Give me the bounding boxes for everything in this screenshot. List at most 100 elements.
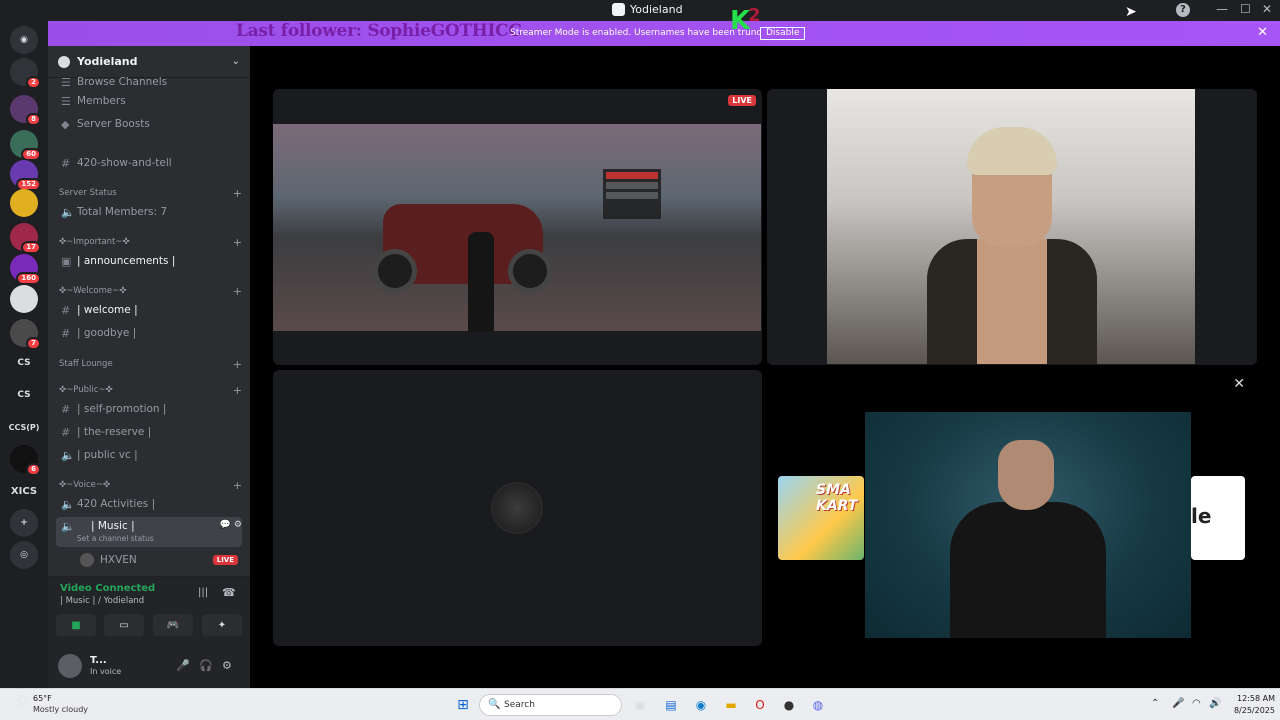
weather-temp[interactable]: 65°F (33, 694, 52, 703)
server-header[interactable]: Yodieland ⌄ (48, 46, 250, 78)
add-channel-icon[interactable]: + (233, 285, 242, 298)
server-icon[interactable] (10, 285, 38, 313)
voice-member-hxven[interactable]: HXVEN LIVE (56, 550, 242, 570)
add-channel-icon[interactable]: + (233, 236, 242, 249)
opera-icon[interactable]: O (751, 696, 769, 714)
disable-streamer-mode-button[interactable]: Disable (760, 27, 806, 40)
weather-desc[interactable]: Mostly cloudy (33, 705, 88, 714)
discord-home-icon[interactable]: ◉ (10, 26, 38, 54)
discover-icon[interactable]: ◎ (10, 541, 38, 569)
channel-420-show-and-tell[interactable]: #420-show-and-tell (56, 153, 242, 173)
obs-icon[interactable]: ● (780, 696, 798, 714)
channel-goodbye[interactable]: # | goodbye | (56, 323, 242, 343)
clock-time[interactable]: 12:58 AM (1227, 694, 1275, 703)
server-icon-xics[interactable]: XICS (10, 477, 38, 505)
channel-public-vc[interactable]: 🔈 | public vc | (56, 445, 242, 465)
category-label: ✜~Public~✜ (59, 385, 113, 395)
server-icon[interactable]: 6 (10, 445, 41, 476)
server-icon[interactable]: 60 (10, 130, 41, 161)
taskbar-search[interactable]: 🔍 Search (479, 694, 622, 716)
server-icon[interactable]: 2 (10, 58, 41, 89)
category-public[interactable]: ✜~Public~✜ + (56, 383, 242, 397)
members-item[interactable]: ☰ Members (56, 91, 242, 111)
server-icon[interactable]: 17 (10, 223, 41, 254)
channel-announcements[interactable]: ▣ | announcements | (56, 251, 242, 271)
soundboard-button[interactable]: ✦ (202, 614, 242, 636)
noise-suppression-icon[interactable]: ||| (198, 587, 208, 598)
speaker-icon: 🔈 (61, 497, 75, 511)
close-banner-icon[interactable]: ✕ (1257, 25, 1268, 40)
channel-total-members[interactable]: 🔈 Total Members: 7 (56, 202, 242, 222)
server-icon[interactable] (10, 189, 38, 217)
category-voice[interactable]: ✜~Voice~✜ + (56, 478, 242, 492)
add-server-icon[interactable]: + (10, 509, 38, 537)
edge-icon[interactable]: ◉ (692, 696, 710, 714)
server-icon-cs[interactable]: CS (10, 349, 38, 377)
game-hud-menu (603, 169, 661, 219)
category-important[interactable]: ✜~Important~✜ + (56, 235, 242, 249)
file-explorer-icon[interactable]: ▬ (722, 696, 740, 714)
add-channel-icon[interactable]: + (233, 187, 242, 200)
wifi-icon[interactable]: ◠ (1192, 698, 1201, 709)
browse-icon: ☰ (61, 76, 71, 88)
close-tile-icon[interactable]: ✕ (1233, 376, 1245, 392)
windows-start-icon[interactable]: ⊞ (454, 696, 472, 714)
browse-channels[interactable]: ☰ Browse Channels (56, 76, 242, 88)
server-icon-cs[interactable]: CS (10, 381, 38, 409)
user-avatar[interactable] (58, 654, 82, 678)
voice-connection-panel: Video Connected | Music | / Yodieland ||… (48, 576, 250, 646)
discord-taskbar-icon[interactable]: ◍ (809, 696, 827, 714)
tray-mic-icon[interactable]: 🎤 (1172, 698, 1184, 709)
server-boosts-item[interactable]: ◆ Server Boosts (56, 114, 242, 134)
channel-status-hint[interactable]: Set a channel status (77, 534, 154, 543)
volume-icon[interactable]: 🔊 (1209, 698, 1221, 709)
add-channel-icon[interactable]: + (233, 384, 242, 397)
clock-date[interactable]: 8/25/2025 (1227, 706, 1275, 715)
avatar-tile[interactable] (273, 370, 762, 646)
webcam-tile-1[interactable] (767, 89, 1257, 365)
user-panel: T... In voice 🎤 🎧 ⚙ (48, 646, 250, 688)
last-follower-overlay: Last follower: SophieGOTHICC (236, 21, 522, 41)
channel-music[interactable]: 🔈 | Music | Set a channel status 💬 ⚙ (56, 517, 242, 547)
category-staff-lounge[interactable]: Staff Lounge + (56, 357, 242, 371)
channel-music-text: | Music | Set a channel status (77, 520, 154, 543)
camera-button[interactable]: ■ (56, 614, 96, 636)
channel-the-reserve[interactable]: # | the-reserve | (56, 422, 242, 442)
disconnect-icon[interactable]: ☎ (222, 586, 236, 599)
tray-overflow-icon[interactable]: ⌃ (1151, 698, 1159, 709)
partial-logo-card: le (1191, 476, 1245, 560)
task-view-icon[interactable]: ▣ (631, 696, 649, 714)
server-icon-ccsp[interactable]: CCS(P) (9, 413, 40, 441)
server-icon[interactable]: 8 (10, 95, 41, 126)
category-server-status[interactable]: Server Status + (56, 186, 242, 200)
smash-karts-text: SMA KART (816, 482, 858, 514)
notification-badge: 6 (26, 463, 41, 476)
add-channel-icon[interactable]: + (233, 358, 242, 371)
settings-gear-icon[interactable]: ⚙ (222, 659, 232, 672)
screen-share-button[interactable]: ▭ (104, 614, 144, 636)
maximize-button[interactable]: ☐ (1240, 2, 1251, 16)
server-icon[interactable]: 152 (10, 160, 41, 191)
live-badge: LIVE (212, 555, 238, 565)
headphones-icon[interactable]: 🎧 (199, 659, 213, 672)
channel-actions-icon[interactable]: 💬 ⚙ (220, 520, 242, 530)
server-icon[interactable]: 7 (10, 319, 41, 350)
window-titlebar: Yodieland ➤ ? — ☐ ✕ (0, 0, 1280, 21)
weather-icon[interactable]: 🌧 (15, 695, 29, 708)
stream-tile-game[interactable]: LIVE (273, 89, 762, 365)
microphone-icon[interactable]: 🎤 (176, 659, 190, 672)
activity-button[interactable]: 🎮 (153, 614, 193, 636)
add-channel-icon[interactable]: + (233, 479, 242, 492)
voice-channel[interactable]: | Music | / Yodieland (60, 596, 144, 606)
channel-420-activities[interactable]: 🔈 420 Activities | (56, 494, 242, 514)
minimize-button[interactable]: — (1216, 2, 1228, 16)
category-welcome[interactable]: ✜~Welcome~✜ + (56, 284, 242, 298)
channel-label: 420 Activities | (77, 498, 156, 510)
channel-welcome[interactable]: # | welcome | (56, 300, 242, 320)
webcam-tile-2[interactable]: ✕ SMA KART le (767, 370, 1257, 646)
help-icon[interactable]: ? (1176, 3, 1190, 17)
close-window-button[interactable]: ✕ (1262, 2, 1272, 16)
channel-self-promotion[interactable]: # | self-promotion | (56, 399, 242, 419)
server-icon[interactable]: 160 (10, 254, 41, 285)
store-icon[interactable]: ▤ (662, 696, 680, 714)
